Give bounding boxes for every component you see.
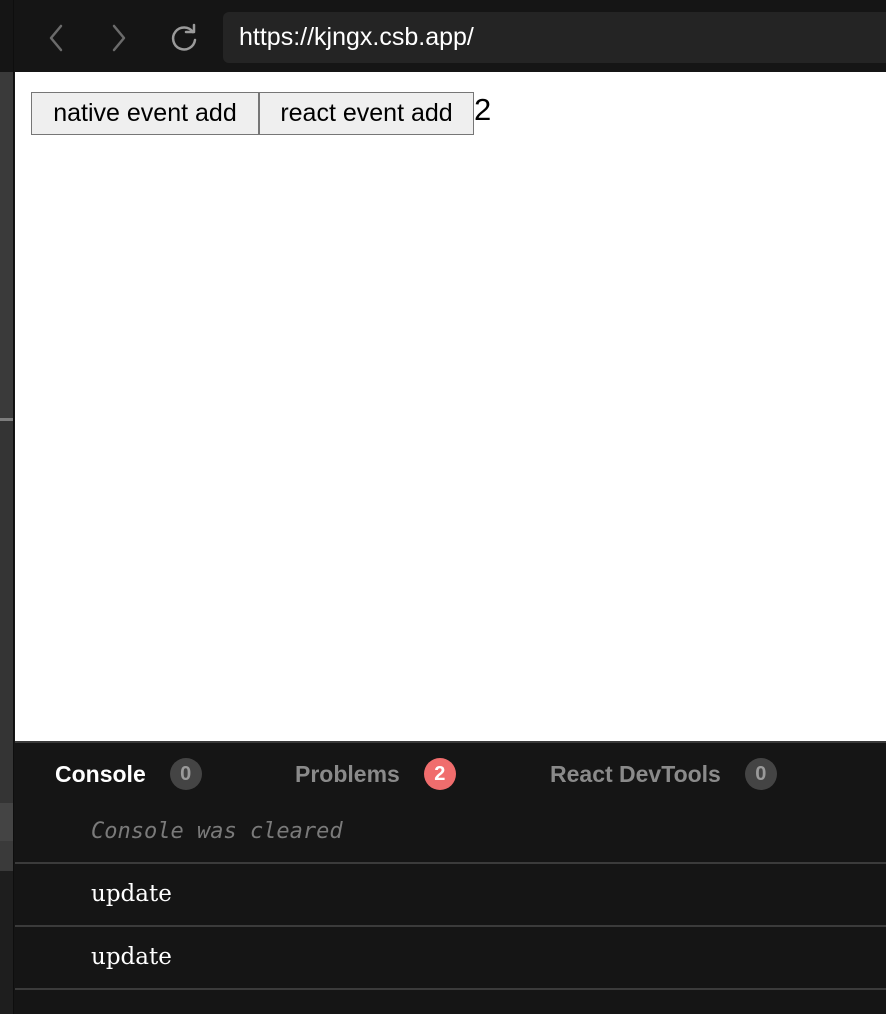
address-bar[interactable]: https://kjngx.csb.app/ xyxy=(223,12,886,63)
console-cleared-message: Console was cleared xyxy=(91,819,343,844)
app-window: https://kjngx.csb.app/ native event add … xyxy=(0,0,886,1014)
chevron-left-icon xyxy=(49,24,63,52)
console-cleared-row: Console was cleared xyxy=(15,801,886,864)
chevron-right-icon xyxy=(112,24,126,52)
tab-react-devtools-label: React DevTools xyxy=(550,760,721,787)
tab-console-label: Console xyxy=(55,760,146,787)
refresh-icon xyxy=(171,23,197,51)
console-log-row: update xyxy=(15,927,886,990)
console-log-row: update xyxy=(15,864,886,927)
tab-problems-label: Problems xyxy=(295,760,400,787)
problems-count-badge: 2 xyxy=(423,758,456,790)
devtools-panel: Console 0 Problems 2 React DevTools 0 Co… xyxy=(15,741,886,1014)
preview-page: native event add react event add 2 xyxy=(15,72,886,741)
tab-console[interactable]: Console 0 xyxy=(55,757,202,791)
tab-problems[interactable]: Problems 2 xyxy=(295,757,456,791)
count-value: 2 xyxy=(474,92,492,127)
forward-button[interactable] xyxy=(104,20,134,56)
devtools-tabs: Console 0 Problems 2 React DevTools 0 xyxy=(15,743,886,803)
editor-gutter xyxy=(0,0,14,1014)
refresh-button[interactable] xyxy=(169,20,199,56)
native-event-add-button[interactable]: native event add xyxy=(31,92,259,135)
url-text: https://kjngx.csb.app/ xyxy=(239,23,474,51)
console-count-badge: 0 xyxy=(169,758,202,790)
react-event-add-button[interactable]: react event add xyxy=(259,92,474,135)
console-log-text: update xyxy=(91,881,172,907)
browser-toolbar: https://kjngx.csb.app/ xyxy=(14,0,886,72)
back-button[interactable] xyxy=(41,20,71,56)
tab-react-devtools[interactable]: React DevTools 0 xyxy=(550,757,777,791)
console-log-text: update xyxy=(91,944,172,970)
react-devtools-count-badge: 0 xyxy=(744,758,777,790)
